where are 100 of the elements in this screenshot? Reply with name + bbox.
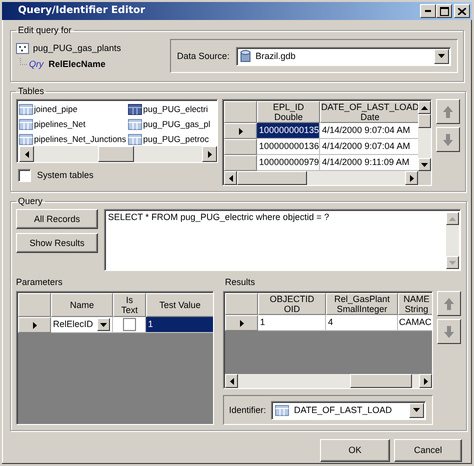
scroll-up-button[interactable] (418, 101, 431, 114)
dropdown-button[interactable] (409, 402, 424, 418)
arrow-up-icon (443, 106, 453, 118)
move-up-button[interactable] (437, 291, 461, 316)
scroll-up-button[interactable] (446, 212, 459, 225)
dropdown-button[interactable] (97, 318, 110, 331)
move-down-button[interactable] (437, 319, 461, 344)
vertical-scrollbar[interactable] (418, 101, 431, 171)
table-list-item[interactable]: pug_PUG_gas_pl (128, 117, 210, 132)
scrollbar-corner (418, 171, 431, 185)
caret-down-icon (421, 162, 428, 166)
column-type: OID (284, 304, 300, 314)
column-type: Double (274, 112, 303, 122)
caret-right-icon (208, 150, 212, 158)
maximize-button[interactable] (436, 4, 452, 18)
scroll-thumb[interactable] (418, 114, 431, 128)
results-label: Results (225, 277, 256, 288)
horizontal-scrollbar[interactable] (224, 171, 418, 185)
minimize-button[interactable] (420, 4, 436, 18)
column-name: OBJECTID (270, 294, 314, 304)
scroll-right-button[interactable] (202, 146, 217, 162)
row-header[interactable] (18, 317, 51, 333)
row-header (225, 293, 258, 315)
row-pointer-icon (32, 322, 36, 328)
scroll-thumb[interactable] (350, 374, 412, 388)
move-down-button[interactable] (436, 127, 460, 152)
table-list-item[interactable]: pipelines_Net_Junctions (19, 132, 126, 146)
name-dropdown[interactable]: RelElecID (51, 317, 113, 333)
checkbox-label: System tables (37, 170, 94, 181)
column-header[interactable]: Test Value (146, 293, 213, 317)
caret-up-icon (449, 216, 456, 220)
caret-left-icon (228, 174, 232, 182)
column-name: NAME (403, 294, 430, 304)
table-icon (275, 404, 290, 416)
caret-left-icon (24, 150, 28, 158)
table-list-item[interactable]: pug_PUG_electri (128, 102, 210, 117)
data-source-dropdown[interactable]: Brazil.gdb (236, 46, 451, 66)
arrow-down-icon (443, 134, 453, 146)
scroll-left-button[interactable] (225, 374, 238, 388)
table-cell[interactable]: 1 (146, 317, 213, 333)
column-header[interactable]: Name (51, 293, 113, 317)
vertical-scrollbar[interactable] (446, 212, 459, 269)
checkbox[interactable] (18, 169, 31, 182)
maximize-icon (440, 6, 448, 16)
identifier-dropdown[interactable]: DATE_OF_LAST_LOAD (271, 400, 426, 420)
dropdown-button[interactable] (434, 48, 449, 64)
scroll-left-button[interactable] (224, 171, 237, 185)
query-button[interactable]: Show Results (16, 233, 98, 253)
table-list-item[interactable]: pipelines_Net (19, 117, 126, 132)
caret-right-icon (424, 378, 428, 384)
horizontal-scrollbar[interactable] (225, 374, 432, 388)
column-type: String (404, 304, 428, 314)
column-header[interactable]: Rel_GasPlant SmallInteger (326, 293, 398, 315)
table-list-item[interactable]: joined_pipe (19, 102, 126, 117)
row-pointer-icon (238, 128, 242, 134)
column-header[interactable]: OBJECTID OID (258, 293, 326, 315)
scroll-thumb[interactable] (98, 146, 134, 162)
minimize-icon (425, 10, 431, 12)
arrow-down-icon (444, 326, 454, 338)
column-header[interactable]: EPL_ID Double (257, 101, 320, 123)
scroll-down-button[interactable] (446, 256, 459, 269)
group-label: Query (17, 196, 44, 207)
tree-item[interactable]: RelElecName (48, 58, 106, 70)
scroll-right-button[interactable] (405, 171, 418, 185)
table-list-item[interactable]: pug_PUG_petroc (128, 132, 210, 146)
checkbox[interactable] (122, 318, 136, 331)
column-header[interactable]: NAME String (398, 293, 432, 315)
feature-class-icon (16, 42, 29, 54)
table-cell: 4/14/2000 9:07:04 AM (320, 139, 418, 155)
row-header[interactable] (224, 123, 257, 139)
table-cell: 100000000979 (257, 155, 320, 171)
tree-item[interactable]: pug_PUG_gas_plants (33, 42, 122, 54)
group-label: Edit query for (17, 25, 73, 36)
scroll-right-button[interactable] (419, 374, 432, 388)
identifier-value: DATE_OF_LAST_LOAD (294, 404, 393, 416)
table-cell: 100000000136 (257, 139, 320, 155)
sql-text-area[interactable]: SELECT * FROM pug_PUG_electric where objectid = ? (104, 209, 461, 271)
close-icon (458, 8, 466, 14)
query-button[interactable]: All Records (16, 209, 98, 229)
column-type: SmallInteger (336, 304, 388, 314)
row-header (224, 101, 257, 123)
table-cell: CAMAC (398, 315, 432, 331)
caret-down-icon (413, 408, 420, 412)
close-button[interactable] (454, 4, 470, 18)
scroll-down-button[interactable] (418, 158, 431, 171)
row-header[interactable] (225, 315, 258, 331)
scroll-thumb[interactable] (237, 171, 307, 185)
move-up-button[interactable] (436, 99, 460, 124)
column-name: EPL_ID (272, 102, 304, 112)
caret-right-icon (410, 174, 414, 182)
parameters-label: Parameters (16, 277, 64, 288)
scroll-left-button[interactable] (19, 146, 34, 162)
dialog-button[interactable]: Cancel (394, 439, 462, 462)
column-header[interactable]: Is Text (113, 293, 146, 317)
table-cell: 4/14/2000 9:11:09 AM (320, 155, 418, 171)
table-cell: 4 (326, 315, 398, 331)
caret-up-icon (421, 106, 428, 110)
data-source-label: Data Source: (177, 50, 230, 62)
horizontal-scrollbar[interactable] (19, 146, 217, 162)
dialog-button[interactable]: OK (320, 439, 390, 462)
